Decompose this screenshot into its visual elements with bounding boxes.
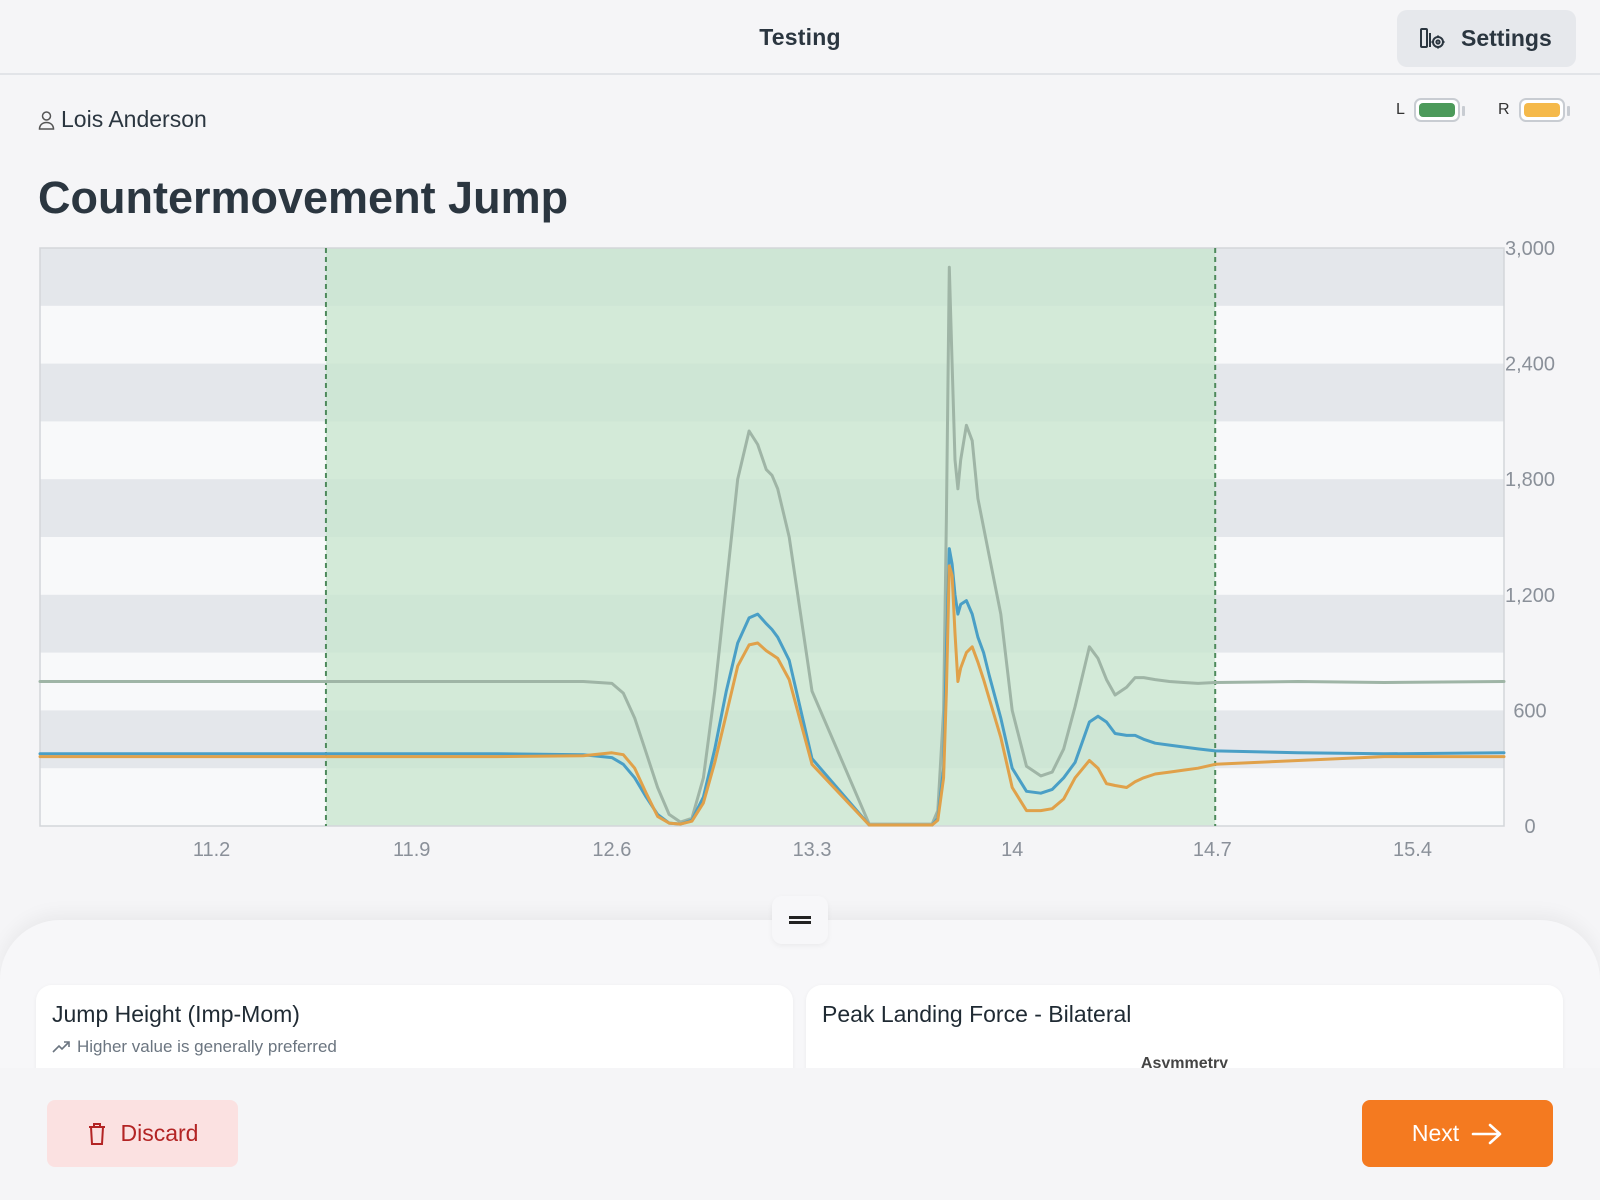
trash-icon	[88, 1122, 105, 1145]
next-button[interactable]: Next	[1362, 1100, 1553, 1167]
footer-bar: Discard Next	[0, 1068, 1600, 1200]
settings-button[interactable]: Settings	[1397, 10, 1576, 67]
y-tick-label: 600	[1513, 700, 1546, 722]
y-tick-label: 1,800	[1505, 469, 1555, 491]
x-tick-label: 11.9	[393, 839, 430, 860]
y-tick-label: 1,200	[1505, 585, 1555, 607]
test-title: Countermovement Jump	[38, 172, 569, 223]
metric-hint-text: Higher value is generally preferred	[77, 1037, 337, 1056]
battery-left: L	[1396, 98, 1465, 122]
battery-right-icon	[1518, 98, 1570, 122]
next-label: Next	[1411, 1120, 1460, 1146]
battery-left-label: L	[1396, 101, 1405, 118]
battery-left-icon	[1413, 98, 1465, 122]
x-tick-label: 14	[1001, 839, 1023, 860]
athlete-name: Lois Anderson	[38, 106, 207, 133]
y-tick-label: 2,400	[1505, 354, 1555, 376]
metric-title: Peak Landing Force - Bilateral	[822, 1001, 1132, 1027]
metric-hint: Higher value is generally preferred	[52, 1037, 337, 1057]
x-tick-label: 12.6	[592, 839, 631, 860]
force-time-chart[interactable]: 0 600 1,200 1,800 2,400 3,000 11.2 11.9 12.6 13.3…	[0, 240, 1600, 860]
user-name: Lois Anderson	[61, 106, 207, 132]
x-tick-label: 15.4	[1393, 839, 1432, 860]
battery-right-label: R	[1498, 101, 1510, 118]
top-bar: Testing Settings	[0, 0, 1600, 75]
settings-icon	[1420, 27, 1445, 48]
trending-up-icon	[52, 1041, 70, 1053]
discard-button[interactable]: Discard	[47, 1100, 238, 1167]
x-tick-label: 11.2	[193, 839, 230, 860]
y-tick-label: 3,000	[1505, 240, 1555, 260]
discard-label: Discard	[120, 1120, 199, 1146]
x-tick-label: 14.7	[1193, 839, 1232, 860]
arrow-right-icon	[1471, 1123, 1502, 1144]
user-icon	[38, 110, 55, 130]
x-tick-label: 13.3	[793, 839, 832, 860]
battery-right: R	[1498, 98, 1570, 122]
sheet-drag-handle[interactable]	[772, 896, 828, 944]
settings-label: Settings	[1461, 25, 1552, 51]
metric-title: Jump Height (Imp-Mom)	[52, 1001, 300, 1027]
page-header-title: Testing	[759, 24, 841, 50]
y-tick-label: 0	[1524, 816, 1535, 838]
